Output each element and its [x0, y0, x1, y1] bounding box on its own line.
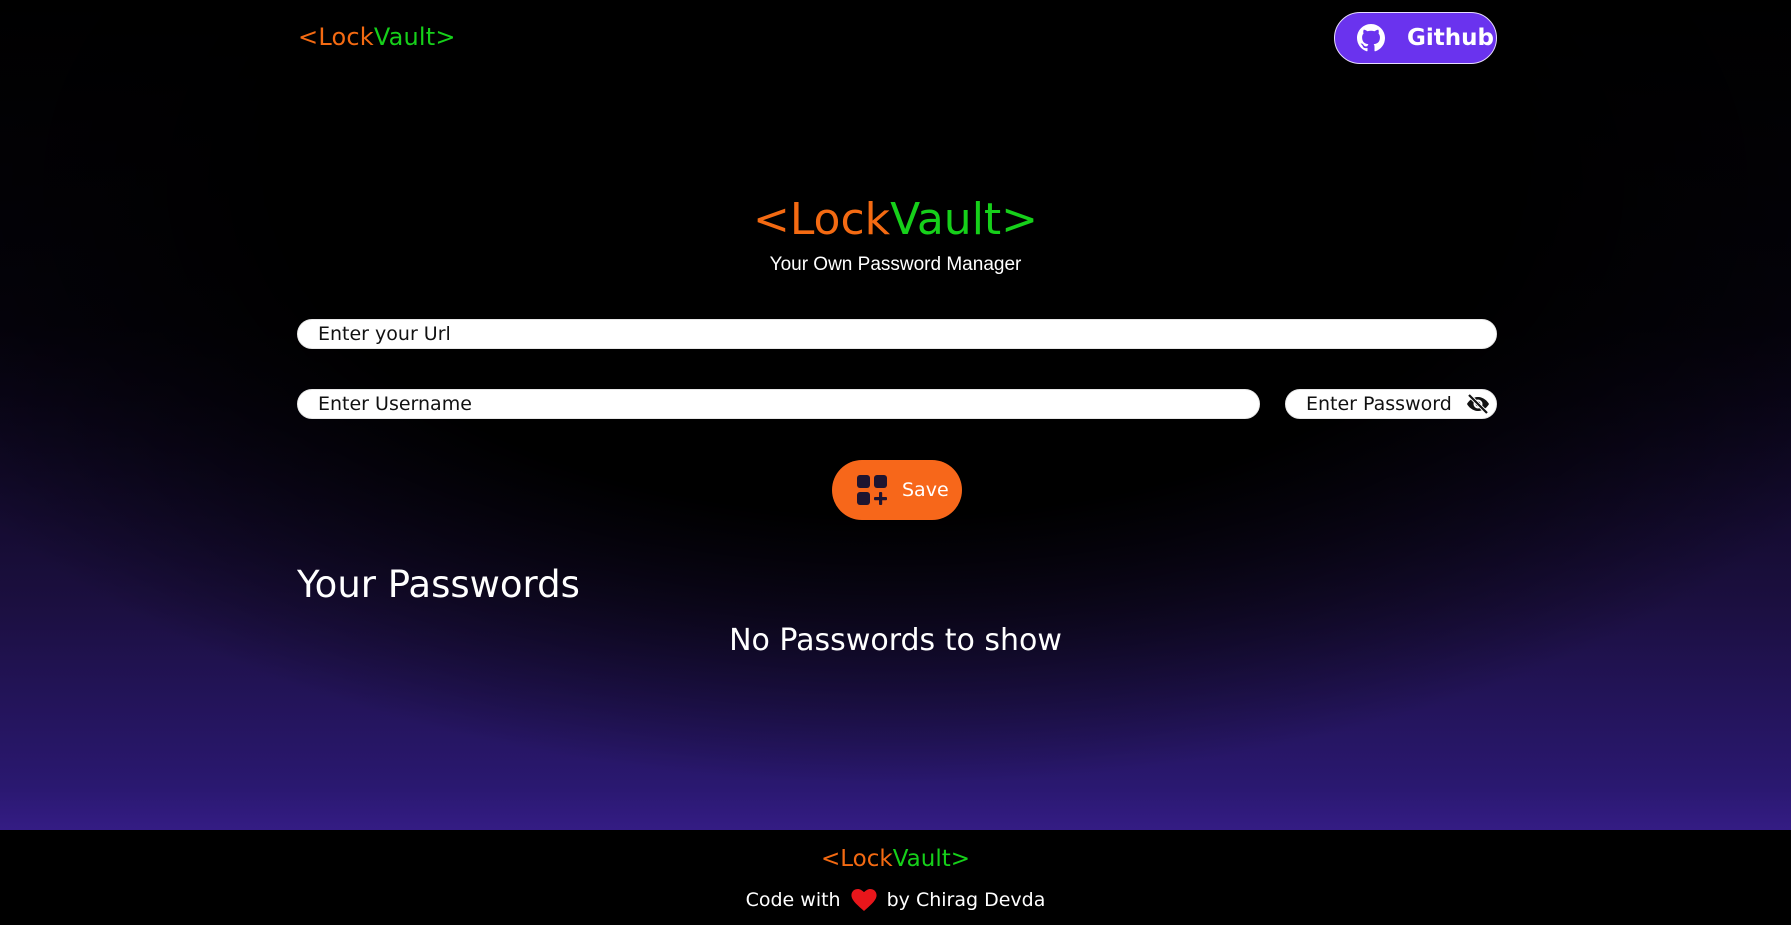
hero-subtitle: Your Own Password Manager [769, 254, 1022, 275]
logo-lock: Lock [318, 23, 374, 51]
navbar-logo[interactable]: <LockVault> [298, 23, 456, 51]
logo-close: > [435, 23, 456, 51]
save-label: Save [902, 479, 949, 501]
save-button[interactable]: Save [832, 460, 962, 520]
logo-vault: Vault [373, 23, 436, 51]
github-button[interactable]: Github [1334, 12, 1497, 64]
footer-credit: Code with by Chirag Devda [0, 889, 1791, 911]
credit-suffix: by Chirag Devda [886, 889, 1046, 911]
hero-title: <LockVault> [0, 198, 1791, 242]
logo-open: < [298, 23, 319, 51]
hero-logo-lock: Lock [789, 194, 891, 245]
github-icon [1357, 24, 1385, 52]
footer-logo: <LockVault> [0, 846, 1791, 872]
hero-logo-close: > [1001, 194, 1039, 245]
footer-logo-vault: Vault [892, 846, 951, 872]
heart-icon [851, 889, 877, 911]
username-input[interactable] [297, 389, 1260, 419]
github-label: Github [1407, 25, 1494, 51]
footer-logo-close: > [950, 846, 971, 872]
empty-message: No Passwords to show [729, 623, 1062, 658]
password-field [1285, 389, 1497, 419]
footer-logo-lock: Lock [840, 846, 893, 872]
hero-logo-vault: Vault [890, 194, 1002, 245]
footer-logo-open: < [820, 846, 841, 872]
add-grid-icon [857, 475, 887, 505]
hero-logo-open: < [752, 194, 790, 245]
eye-off-icon[interactable] [1465, 392, 1491, 416]
passwords-title: Your Passwords [297, 563, 580, 606]
credit-prefix: Code with [745, 889, 841, 911]
url-input[interactable] [297, 319, 1497, 349]
